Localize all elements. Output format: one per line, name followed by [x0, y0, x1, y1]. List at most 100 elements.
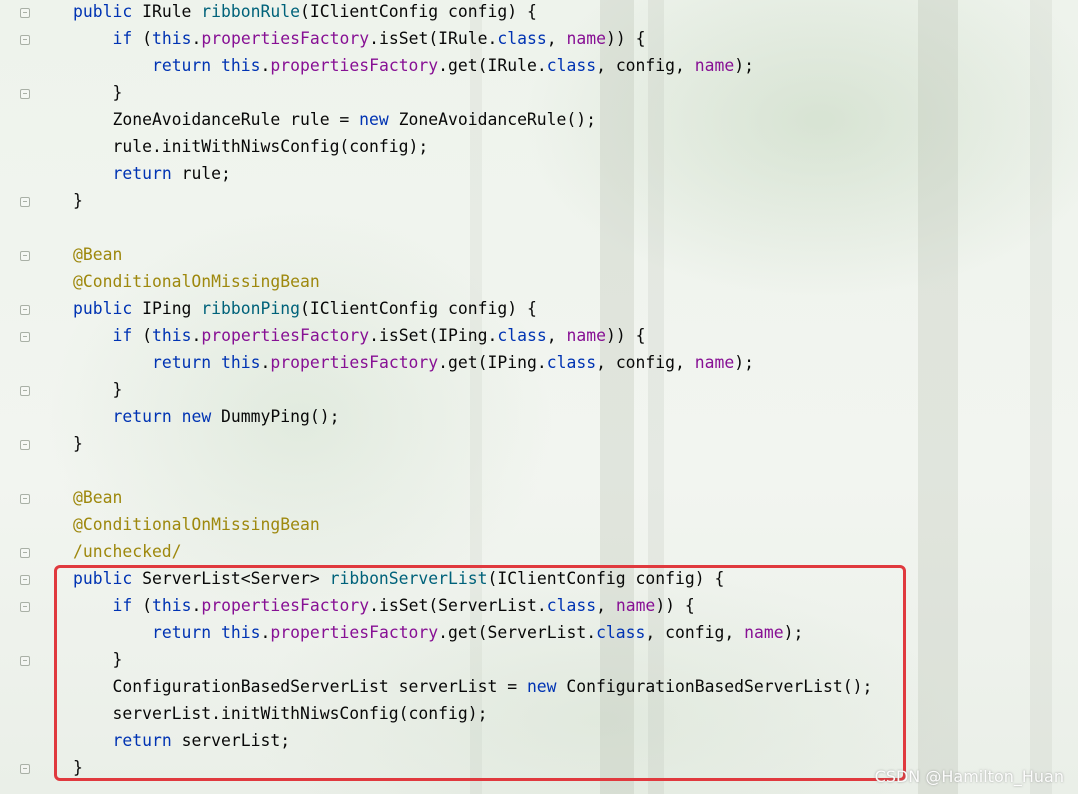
code-token: );	[734, 56, 754, 75]
code-line[interactable]: @ConditionalOnMissingBean	[73, 268, 320, 295]
code-token: return	[151, 353, 212, 372]
fold-marker-icon[interactable]	[20, 386, 30, 396]
code-token: if	[112, 326, 133, 345]
code-line[interactable]: /unchecked/	[73, 538, 182, 565]
fold-marker-icon[interactable]	[20, 35, 30, 45]
code-token: this	[151, 29, 192, 48]
fold-marker-icon[interactable]	[20, 89, 30, 99]
code-token: return	[112, 407, 172, 426]
code-line[interactable]: if (this.propertiesFactory.isSet(IRule.c…	[73, 25, 645, 52]
code-line[interactable]: }	[73, 79, 122, 106]
code-token: public	[73, 2, 133, 21]
code-token: propertiesFactory	[201, 326, 370, 345]
code-token: rule;	[171, 164, 231, 183]
code-token: }	[73, 380, 123, 399]
code-token: new	[181, 407, 212, 426]
code-line[interactable]: @ConditionalOnMissingBean	[73, 511, 320, 538]
code-token: ribbonRule	[201, 2, 300, 21]
code-token: return	[112, 164, 172, 183]
code-line[interactable]: return this.propertiesFactory.get(IRule.…	[73, 52, 754, 79]
fold-marker-icon[interactable]	[20, 251, 30, 261]
code-line[interactable]: }	[73, 376, 122, 403]
fold-marker-icon[interactable]	[20, 305, 30, 315]
code-token: IRule	[132, 2, 202, 21]
code-token: class	[497, 326, 547, 345]
code-token: this	[221, 353, 261, 372]
code-line[interactable]: if (this.propertiesFactory.isSet(IPing.c…	[73, 322, 645, 349]
code-line[interactable]: return this.propertiesFactory.get(IPing.…	[73, 349, 754, 376]
fold-marker-icon[interactable]	[20, 8, 30, 18]
code-token: (IClientConfig config) {	[299, 2, 537, 21]
code-line[interactable]: ZoneAvoidanceRule rule = new ZoneAvoidan…	[73, 106, 596, 133]
code-token: );	[734, 353, 754, 372]
code-line[interactable]: @Bean	[73, 241, 122, 268]
code-token: class	[497, 29, 547, 48]
code-token: ,	[546, 29, 567, 48]
code-token: public	[73, 299, 133, 318]
code-token: )) {	[605, 29, 646, 48]
code-token: }	[73, 434, 83, 453]
code-token: , config,	[596, 353, 695, 372]
code-line[interactable]: rule.initWithNiwsConfig(config);	[73, 133, 428, 160]
code-token: new	[359, 110, 389, 129]
code-token: .isSet(IRule.	[369, 29, 498, 48]
fold-marker-icon[interactable]	[20, 494, 30, 504]
code-token: DummyPing();	[211, 407, 340, 426]
code-token: @Bean	[73, 488, 123, 507]
code-token: .	[260, 353, 271, 372]
fold-marker-icon[interactable]	[20, 440, 30, 450]
code-token: ZoneAvoidanceRule();	[388, 110, 597, 129]
code-line[interactable]: return rule;	[73, 160, 231, 187]
fold-marker-icon[interactable]	[20, 602, 30, 612]
code-token: /unchecked/	[73, 542, 182, 561]
code-token: class	[546, 353, 597, 372]
code-token: name	[694, 56, 735, 75]
code-token: class	[546, 56, 597, 75]
code-line[interactable]: return new DummyPing();	[73, 403, 339, 430]
code-token: (	[132, 29, 152, 48]
code-token: IPing	[132, 299, 202, 318]
code-token: ribbonPing	[201, 299, 300, 318]
code-token: .	[191, 326, 202, 345]
code-token: this	[151, 326, 192, 345]
code-token: propertiesFactory	[270, 56, 439, 75]
fold-marker-icon[interactable]	[20, 332, 30, 342]
code-token: name	[566, 326, 606, 345]
code-token: rule.initWithNiwsConfig(config);	[73, 137, 429, 156]
fold-marker-icon[interactable]	[20, 197, 30, 207]
fold-marker-icon[interactable]	[20, 575, 30, 585]
code-token: ZoneAvoidanceRule rule =	[73, 110, 360, 129]
code-line[interactable]: }	[73, 187, 83, 214]
fold-marker-icon[interactable]	[20, 656, 30, 666]
code-token: return	[151, 56, 212, 75]
code-token: @ConditionalOnMissingBean	[73, 515, 320, 534]
fold-marker-icon[interactable]	[20, 764, 30, 774]
csdn-watermark: CSDN @Hamilton_Huan	[874, 767, 1064, 786]
code-token: .	[260, 56, 271, 75]
code-token: .isSet(IPing.	[369, 326, 498, 345]
code-token: propertiesFactory	[270, 353, 439, 372]
code-token: if	[112, 29, 133, 48]
code-line[interactable]: public IPing ribbonPing(IClientConfig co…	[73, 295, 537, 322]
code-token: )) {	[605, 326, 646, 345]
code-line[interactable]: @Bean	[73, 484, 122, 511]
fold-marker-icon[interactable]	[20, 548, 30, 558]
highlight-box	[54, 565, 906, 781]
code-line[interactable]: }	[73, 430, 83, 457]
code-line[interactable]: public IRule ribbonRule(IClientConfig co…	[73, 0, 537, 25]
code-token: .get(IPing.	[438, 353, 547, 372]
code-token: .	[191, 29, 202, 48]
editor-gutter	[0, 0, 52, 794]
code-token: (	[132, 326, 152, 345]
code-token: propertiesFactory	[201, 29, 370, 48]
code-token: }	[73, 191, 83, 210]
code-token: , config,	[596, 56, 695, 75]
